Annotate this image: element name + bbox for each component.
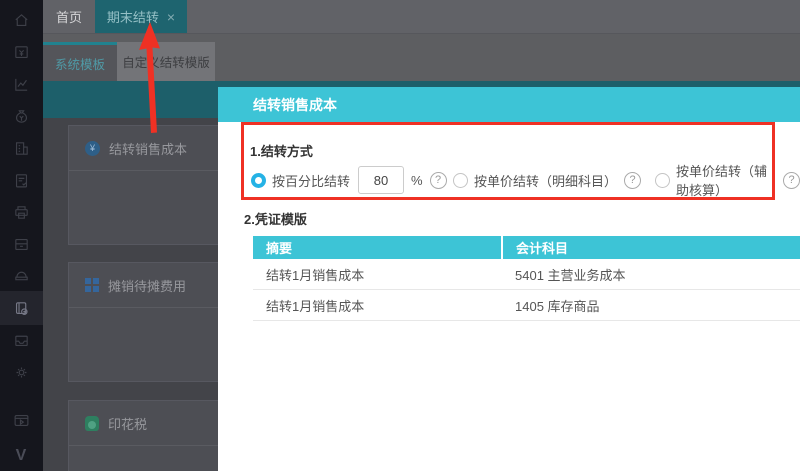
stamp-icon xyxy=(85,415,99,431)
subtab-custom-template[interactable]: 自定义结转模版 xyxy=(117,42,215,81)
radio-icon[interactable] xyxy=(453,172,468,188)
table-row: 结转1月销售成本 1405 库存商品 xyxy=(253,289,800,321)
printer-icon[interactable] xyxy=(0,195,43,229)
company-icon[interactable] xyxy=(0,131,43,165)
v-logo: V xyxy=(15,447,28,464)
chart-icon[interactable] xyxy=(0,67,43,101)
radio-icon[interactable] xyxy=(655,172,670,188)
option-label: 按百分比结转 xyxy=(272,173,351,189)
option-unit-price-auxiliary: 按单价结转（辅助核算） ? xyxy=(655,164,800,198)
account-cell: 5401 主营业务成本 xyxy=(502,259,800,290)
dialog-title: 结转销售成本 xyxy=(218,87,800,122)
app-window: V 首页 期末结转 × 系统模板 自定义结转模版 ¥ 结转销售成本 摊销待摊费用… xyxy=(0,0,800,471)
sidebar: V xyxy=(0,0,43,471)
voucher-icon[interactable] xyxy=(0,35,43,69)
percentage-input[interactable] xyxy=(358,166,405,194)
carryover-icon[interactable] xyxy=(0,291,43,325)
money-bag-icon[interactable] xyxy=(0,99,43,133)
report-icon[interactable] xyxy=(0,163,43,197)
tax-icon[interactable] xyxy=(0,259,43,293)
tab-label: 期末结转 xyxy=(106,10,159,25)
option-unit-price-detail: 按单价结转（明细科目） ? xyxy=(453,166,642,194)
help-icon[interactable]: ? xyxy=(783,171,800,189)
tab-bar: 首页 期末结转 × xyxy=(43,0,800,34)
inbox-icon[interactable] xyxy=(0,323,43,357)
card-title: 印花税 xyxy=(108,416,148,432)
help-icon[interactable]: ? xyxy=(624,171,642,189)
percent-sign: % xyxy=(411,172,423,188)
account-cell: 1405 库存商品 xyxy=(502,289,800,321)
subtab-system-template[interactable]: 系统模板 xyxy=(43,42,117,81)
option-label: 按单价结转（辅助核算） xyxy=(676,164,768,198)
close-icon[interactable]: × xyxy=(167,10,175,24)
column-header-account: 会计科目 xyxy=(502,236,800,259)
carryover-sales-cost-dialog: 结转销售成本 1.结转方式 按百分比结转 % ? 按单价结转（明细科目） ? 按… xyxy=(218,87,800,471)
tab-home[interactable]: 首页 xyxy=(43,0,95,33)
card-title: 结转销售成本 xyxy=(109,141,188,157)
video-icon[interactable] xyxy=(0,403,43,437)
card-carryover-sales-cost[interactable]: ¥ 结转销售成本 xyxy=(68,125,228,245)
voucher-template-table: 摘要 会计科目 结转1月销售成本 5401 主营业务成本 结转1月销售成本 14… xyxy=(253,236,800,321)
card-title: 摊销待摊费用 xyxy=(108,278,187,294)
summary-cell: 结转1月销售成本 xyxy=(253,259,502,290)
option-label: 按单价结转（明细科目） xyxy=(474,173,618,189)
template-subtabs: 系统模板 自定义结转模版 xyxy=(43,34,800,81)
section-voucher-template-title: 2.凭证模版 xyxy=(244,212,307,227)
column-header-summary: 摘要 xyxy=(253,236,503,259)
grid-icon xyxy=(85,278,99,292)
money-bag-icon: ¥ xyxy=(85,140,100,156)
tab-period-end-carryover[interactable]: 期末结转 × xyxy=(95,0,187,33)
radio-selected-icon[interactable] xyxy=(251,172,266,188)
card-amortize-prepaid-expense[interactable]: 摊销待摊费用 xyxy=(68,262,228,382)
archive-icon[interactable] xyxy=(0,227,43,261)
help-icon[interactable]: ? xyxy=(429,171,447,189)
table-row: 结转1月销售成本 5401 主营业务成本 xyxy=(253,259,800,290)
home-icon[interactable] xyxy=(0,3,43,37)
card-stamp-tax[interactable]: 印花税 xyxy=(68,400,228,471)
option-percentage: 按百分比结转 % ? xyxy=(251,166,447,194)
section-carry-method-title: 1.结转方式 xyxy=(250,144,313,159)
settings-icon[interactable] xyxy=(0,355,43,389)
summary-cell: 结转1月销售成本 xyxy=(253,289,502,321)
